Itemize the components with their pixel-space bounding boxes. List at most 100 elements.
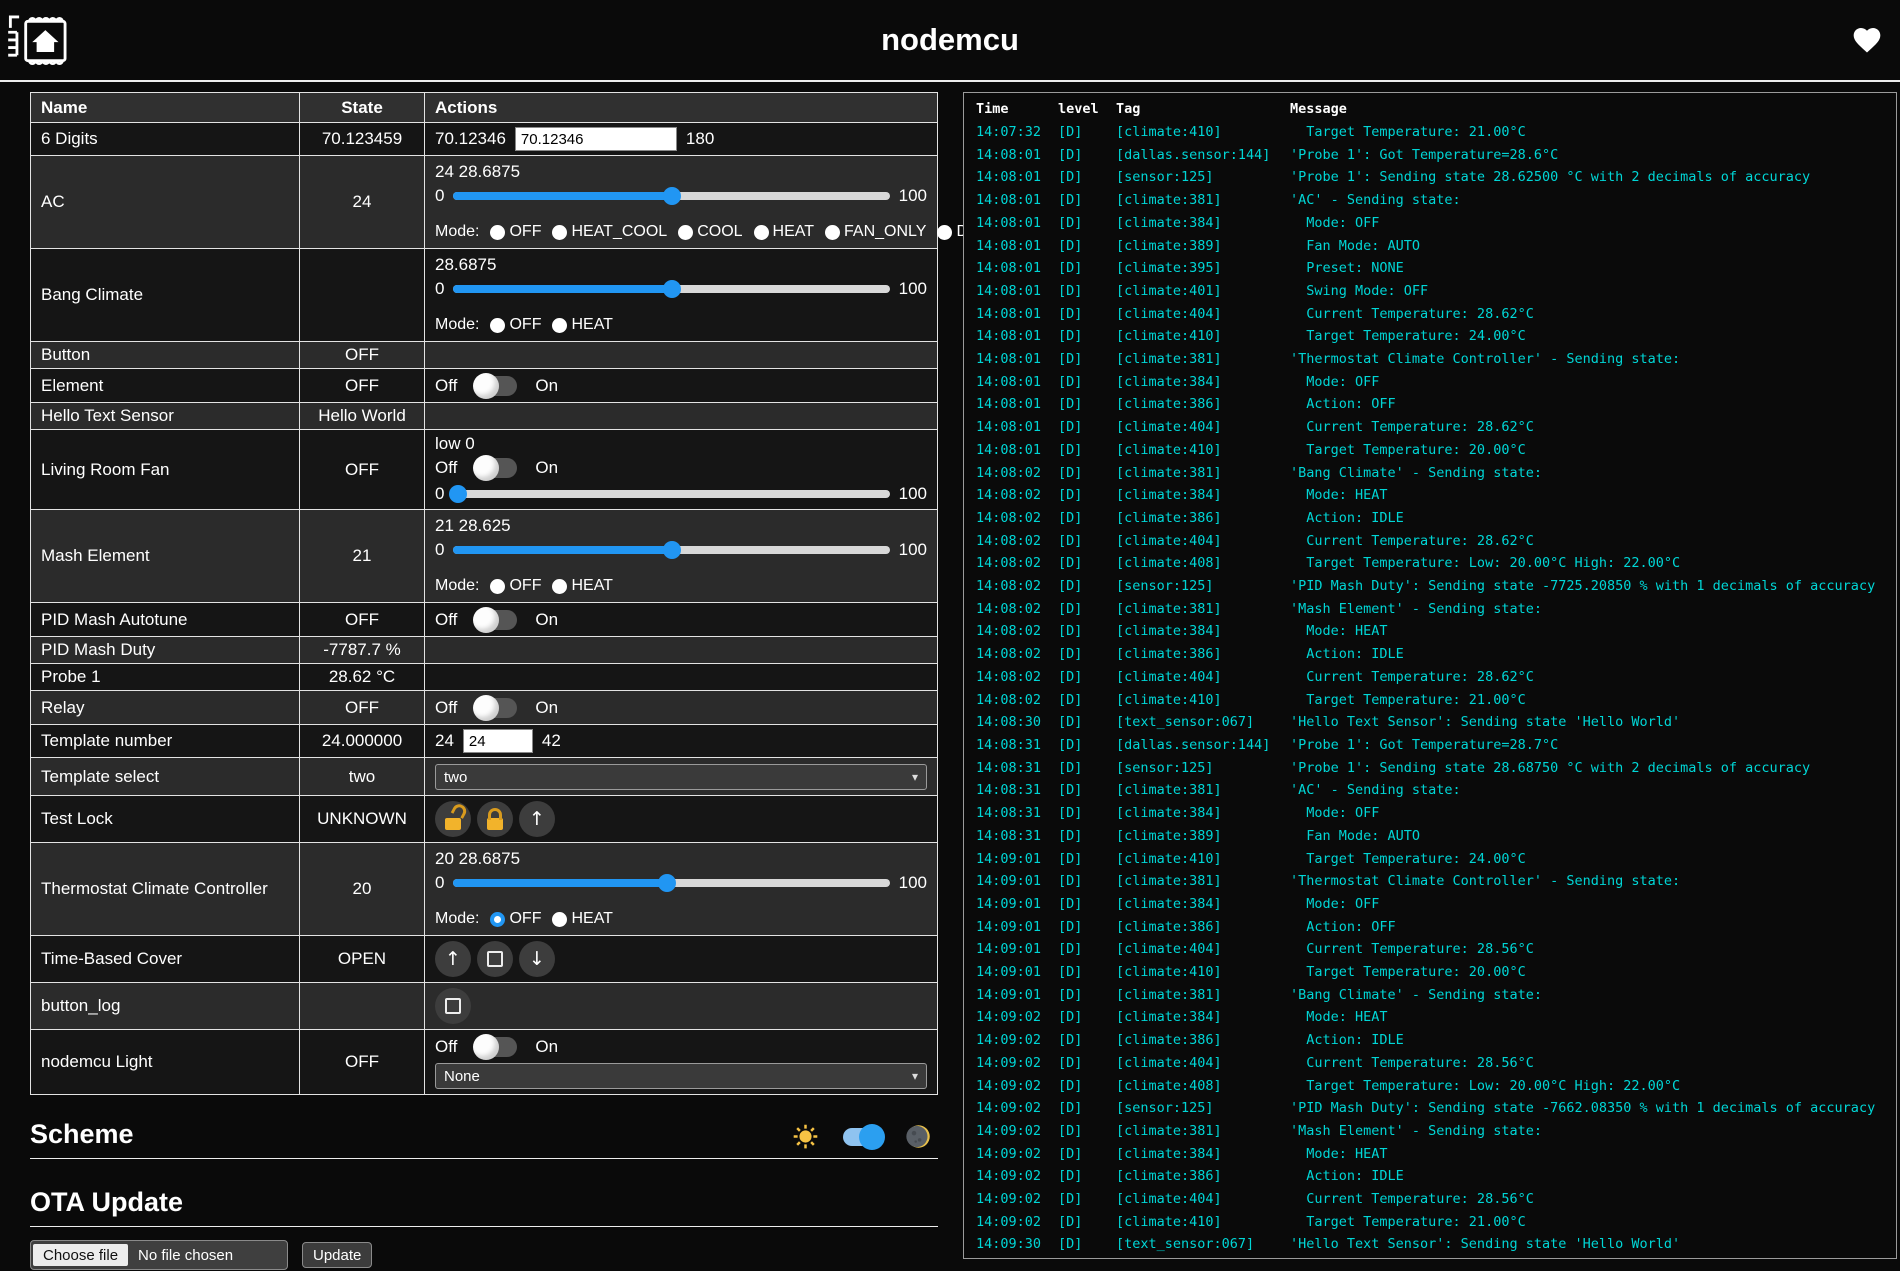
mode-label: Mode: [435,910,479,928]
entity-state [300,249,425,342]
entity-actions: OffOnNone▾ [425,1030,938,1095]
stop-button[interactable] [435,988,471,1024]
entity-name: Mash Element [31,510,300,603]
toggle-knob [473,1034,499,1060]
toggle-switch[interactable] [475,610,517,630]
log-row: 14:08:01[D][climate:386] Action: OFF [976,393,1896,416]
log-message: Mode: HEAT [1290,484,1896,507]
log-message: Target Temperature: Low: 20.00°C High: 2… [1290,552,1896,575]
scheme-toggle[interactable] [843,1128,881,1146]
log-level: [D] [1058,144,1116,167]
toggle-switch[interactable] [475,376,517,396]
log-row: 14:08:01[D][sensor:125]'Probe 1': Sendin… [976,166,1896,189]
update-button[interactable]: Update [302,1242,372,1268]
mode-option[interactable]: HEAT [552,577,612,595]
log-time: 14:08:02 [976,643,1058,666]
log-tag: [climate:408] [1116,1075,1290,1098]
radio-off-icon[interactable] [490,318,505,333]
entity-actions: 24 28.68750100Mode:OFFHEAT_COOLCOOLHEATF… [425,156,938,249]
radio-off-icon[interactable] [490,912,505,927]
log-message: Swing Mode: OFF [1290,280,1896,303]
toggle-switch[interactable] [475,698,517,718]
toggle-switch[interactable] [475,1037,517,1057]
log-tag: [climate:410] [1116,689,1290,712]
mode-option[interactable]: OFF [490,223,541,241]
mode-option[interactable]: COOL [678,223,742,241]
radio-heat-icon[interactable] [552,318,567,333]
radio-heat_cool-icon[interactable] [552,225,567,240]
slider-thumb[interactable] [449,485,467,503]
log-level: [D] [1058,734,1116,757]
log-message: Mode: HEAT [1290,1143,1896,1166]
log-tag: [climate:404] [1116,416,1290,439]
radio-off-icon[interactable] [490,225,505,240]
slider-track[interactable] [453,279,889,299]
number-input[interactable] [515,127,677,151]
radio-heat-icon[interactable] [552,912,567,927]
radio-off-icon[interactable] [490,579,505,594]
slider-track[interactable] [453,484,889,504]
entity-actions: OffOn [425,691,938,725]
select[interactable]: None▾ [435,1063,927,1089]
mode-option[interactable]: HEAT [552,910,612,928]
log-row: 14:08:31[D][sensor:125]'Probe 1': Sendin… [976,757,1896,780]
slider-track[interactable] [453,873,889,893]
arrow-down-button[interactable]: ↓ [519,941,555,977]
arrow-up-button[interactable]: ↑ [519,801,555,837]
mode-option[interactable]: OFF [490,316,541,334]
log-level: [D] [1058,484,1116,507]
toggle-switch[interactable] [475,458,517,478]
file-input[interactable]: Choose file No file chosen [30,1240,288,1270]
mode-option[interactable]: FAN_ONLY [825,223,926,241]
radio-heat-icon[interactable] [552,579,567,594]
radio-heat-icon[interactable] [754,225,769,240]
log-tag: [climate:404] [1116,666,1290,689]
log-level: [D] [1058,1075,1116,1098]
mode-option[interactable]: HEAT [754,223,814,241]
sun-icon[interactable] [792,1123,819,1150]
toggle-on-label: On [535,1037,558,1057]
number-input[interactable] [463,729,533,753]
radio-fan_only-icon[interactable] [825,225,840,240]
unlock-button[interactable] [435,801,471,837]
mode-option[interactable]: OFF [490,910,541,928]
log-level: [D] [1058,870,1116,893]
radio-dry-icon[interactable] [937,225,952,240]
radio-cool-icon[interactable] [678,225,693,240]
slider-track[interactable] [453,540,889,560]
arrow-up-button[interactable]: ↑ [435,941,471,977]
mode-option[interactable]: HEAT_COOL [552,223,667,241]
log-message: 'Probe 1': Got Temperature=28.6°C [1290,144,1896,167]
slider-thumb[interactable] [663,280,681,298]
mode-option[interactable]: OFF [490,577,541,595]
choose-file-button[interactable]: Choose file [33,1244,128,1266]
log-time: 14:09:02 [976,1029,1058,1052]
select[interactable]: two▾ [435,764,927,790]
log-row: 14:09:01[D][climate:404] Current Tempera… [976,938,1896,961]
entity-row: AC2424 28.68750100Mode:OFFHEAT_COOLCOOLH… [31,156,938,249]
lock-button[interactable] [477,801,513,837]
toggle: OffOn [435,606,927,633]
log-tag: [climate:410] [1116,961,1290,984]
moon-icon[interactable] [905,1123,932,1150]
slider-thumb[interactable] [663,541,681,559]
slider-max-label: 100 [899,186,927,206]
entity-name: PID Mash Autotune [31,603,300,637]
slider-thumb[interactable] [658,874,676,892]
log-row: 14:08:31[D][climate:384] Mode: OFF [976,802,1896,825]
log-time: 14:09:02 [976,1165,1058,1188]
log-row: 14:08:02[D][sensor:125]'PID Mash Duty': … [976,575,1896,598]
toggle-off-label: Off [435,458,457,478]
log-tag: [climate:381] [1116,779,1290,802]
slider-track[interactable] [453,186,889,206]
slider-min-label: 0 [435,540,444,560]
toggle-on-label: On [535,610,558,630]
stop-button[interactable] [477,941,513,977]
mode-option[interactable]: HEAT [552,316,612,334]
slider-min-label: 0 [435,484,444,504]
log-level: [D] [1058,1233,1116,1256]
slider-value-label: 24 28.6875 [435,161,927,183]
slider-thumb[interactable] [663,187,681,205]
log-panel[interactable]: Time level Tag Message 14:07:32[D][clima… [963,92,1897,1259]
log-row: 14:08:01[D][climate:381]'AC' - Sending s… [976,189,1896,212]
